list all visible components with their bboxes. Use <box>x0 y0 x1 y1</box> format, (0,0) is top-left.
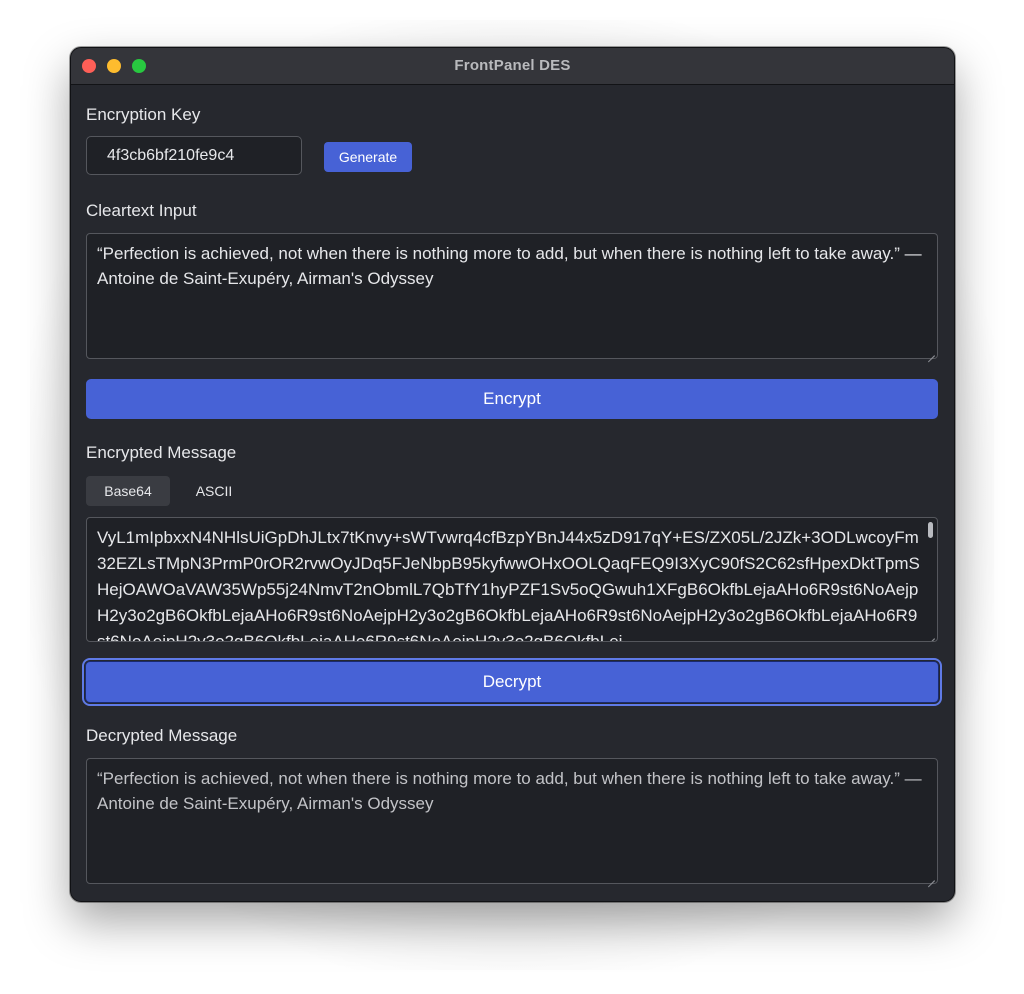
tab-base64[interactable]: Base64 <box>86 476 170 506</box>
decrypt-button[interactable]: Decrypt <box>82 658 942 706</box>
decrypted-message-field[interactable]: “Perfection is achieved, not when there … <box>86 758 938 888</box>
cleartext-input-label: Cleartext Input <box>86 201 197 220</box>
encrypted-message-field[interactable]: VyL1mIpbxxN4NHlsUiGpDhJLtx7tKnvy+sWTvwrq… <box>86 517 938 642</box>
encrypt-button[interactable]: Encrypt <box>86 379 938 419</box>
encrypted-message-label: Encrypted Message <box>86 443 237 462</box>
resize-grip-icon-inner <box>930 880 935 885</box>
encryption-key-input[interactable]: 4f3cb6bf210fe9c4 <box>86 136 302 175</box>
tab-ascii[interactable]: ASCII <box>179 476 249 506</box>
title-bar[interactable]: FrontPanel DES <box>71 48 954 85</box>
resize-grip-icon-inner <box>930 638 935 641</box>
decrypted-message-label: Decrypted Message <box>86 726 238 745</box>
cleartext-input-field[interactable]: “Perfection is achieved, not when there … <box>86 233 938 363</box>
resize-grip-icon-inner <box>930 355 935 360</box>
scrollbar-thumb[interactable] <box>928 522 933 538</box>
app-window: FrontPanel DES Encryption Key 4f3cb6bf21… <box>70 47 955 902</box>
encryption-key-label: Encryption Key <box>86 105 201 124</box>
decrypted-message-text: “Perfection is achieved, not when there … <box>97 769 922 813</box>
window-title: FrontPanel DES <box>454 57 571 74</box>
encrypted-message-text: VyL1mIpbxxN4NHlsUiGpDhJLtx7tKnvy+sWTvwrq… <box>97 528 920 642</box>
cleartext-input-text: “Perfection is achieved, not when there … <box>97 244 922 288</box>
generate-button[interactable]: Generate <box>324 142 412 172</box>
